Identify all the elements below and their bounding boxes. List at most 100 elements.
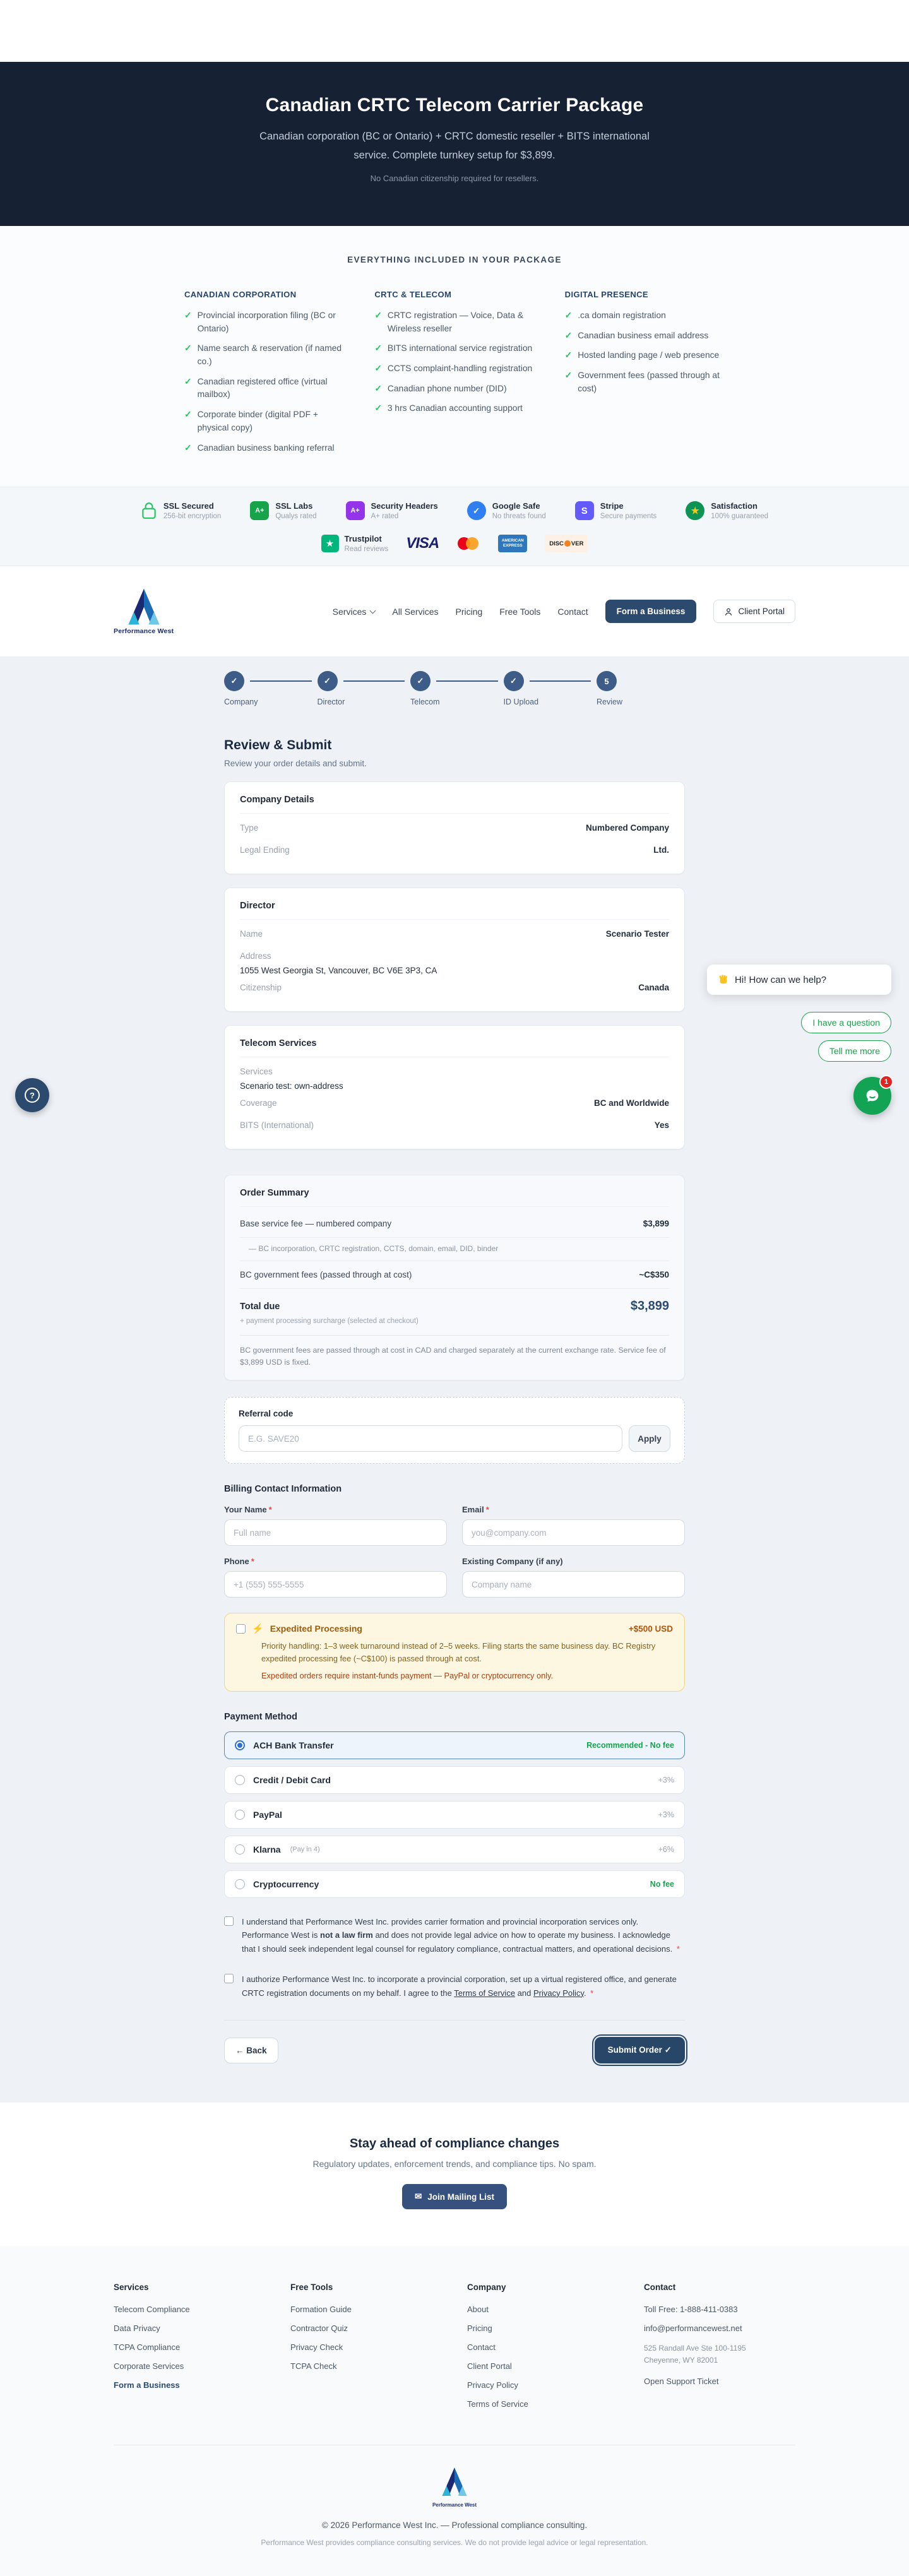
footer-link[interactable]: Pricing xyxy=(467,2324,619,2333)
row-label: Address xyxy=(240,951,669,961)
client-portal-button[interactable]: Client Portal xyxy=(713,600,795,623)
summary-row: BC government fees (passed through at co… xyxy=(240,1261,669,1289)
section-title: Review & Submit xyxy=(224,738,685,753)
company-name-input[interactable] xyxy=(462,1571,685,1598)
company-details-card: Company Details TypeNumbered Company Leg… xyxy=(224,781,685,874)
agreement-checkbox[interactable] xyxy=(224,1974,234,1983)
join-mailing-list-button[interactable]: ✉Join Mailing List xyxy=(402,2184,507,2209)
chat-quick-reply-more[interactable]: Tell me more xyxy=(818,1040,891,1062)
footer-phone[interactable]: Toll Free: 1-888-411-0383 xyxy=(644,2305,795,2314)
check-icon: ✓ xyxy=(374,342,382,355)
trustpilot-star-icon: ★ xyxy=(321,535,339,552)
expedited-checkbox[interactable] xyxy=(236,1624,246,1634)
chat-fab-button[interactable]: 1 xyxy=(853,1077,891,1115)
divider xyxy=(224,2020,685,2021)
brand-name: Performance West xyxy=(114,627,174,635)
footer-link[interactable]: Data Privacy xyxy=(114,2324,265,2333)
column-title: DIGITAL PRESENCE xyxy=(565,290,725,299)
nav-link-services[interactable]: Services xyxy=(333,607,376,617)
billing-fields-grid: Your Name* Email* Phone* Existing Compan… xyxy=(224,1505,685,1598)
payment-option-card[interactable]: Credit / Debit Card +3% xyxy=(224,1766,685,1794)
check-icon: ✓ xyxy=(184,342,192,368)
radio-unselected[interactable] xyxy=(235,1810,245,1820)
list-item-label: Canadian business banking referral xyxy=(198,442,335,455)
payment-option-klarna[interactable]: Klarna (Pay in 4) +6% xyxy=(224,1836,685,1863)
brand-logo[interactable]: Performance West xyxy=(114,588,174,635)
submit-order-button[interactable]: Submit Order ✓ xyxy=(595,2037,685,2063)
radio-unselected[interactable] xyxy=(235,1844,245,1855)
email-input[interactable] xyxy=(462,1519,685,1546)
footer-link[interactable]: Telecom Compliance xyxy=(114,2305,265,2314)
form-a-business-button[interactable]: Form a Business xyxy=(605,600,697,623)
footer-link[interactable]: Corporate Services xyxy=(114,2361,265,2371)
footer-link[interactable]: Formation Guide xyxy=(290,2305,442,2314)
check-icon: ✓ xyxy=(184,309,192,335)
payment-options: ACH Bank Transfer Recommended - No fee C… xyxy=(224,1731,685,1898)
name-input[interactable] xyxy=(224,1519,447,1546)
nav-link-pricing[interactable]: Pricing xyxy=(456,607,483,617)
help-fab-button[interactable]: ? xyxy=(15,1078,49,1112)
footer-link[interactable]: Privacy Check xyxy=(290,2342,442,2352)
row-value: Numbered Company xyxy=(586,823,669,833)
required-asterisk: * xyxy=(590,1988,593,1998)
nav-link-contact[interactable]: Contact xyxy=(557,607,588,617)
card-title: Order Summary xyxy=(240,1188,669,1207)
brand-name: Performance West xyxy=(0,2502,909,2508)
star-circle-icon: ★ xyxy=(686,501,704,520)
step-id-upload[interactable]: ✓ID Upload xyxy=(504,671,524,691)
step-company[interactable]: ✓Company xyxy=(224,671,244,691)
apply-button[interactable]: Apply xyxy=(629,1425,670,1452)
question-circle-icon: ? xyxy=(25,1088,40,1103)
footer-column-title: Services xyxy=(114,2282,265,2292)
agreement-authorize: I authorize Performance West Inc. to inc… xyxy=(224,1973,685,2000)
card-title: Company Details xyxy=(240,795,669,814)
footer-address: 525 Randall Ave Ste 100-1195Cheyenne, WY… xyxy=(644,2342,795,2366)
footer-link[interactable]: Terms of Service xyxy=(467,2399,619,2409)
back-button[interactable]: ← Back xyxy=(224,2038,278,2063)
check-icon: ✓ xyxy=(565,309,573,323)
footer-link[interactable]: Contact xyxy=(467,2342,619,2352)
step-director[interactable]: ✓Director xyxy=(318,671,338,691)
footer-link[interactable]: TCPA Compliance xyxy=(114,2342,265,2352)
list-item: ✓CRTC registration — Voice, Data & Wirel… xyxy=(374,309,534,335)
payment-option-paypal[interactable]: PayPal +3% xyxy=(224,1801,685,1829)
nav-link-label: Services xyxy=(333,607,367,617)
lightning-icon: ⚡ xyxy=(252,1623,264,1634)
referral-code-input[interactable] xyxy=(239,1425,622,1452)
radio-unselected[interactable] xyxy=(235,1879,245,1889)
trustpilot-badge[interactable]: ★ TrustpilotRead reviews xyxy=(321,534,389,553)
phone-input[interactable] xyxy=(224,1571,447,1598)
badge-subtitle: A+ rated xyxy=(371,513,438,520)
nav-link-all-services[interactable]: All Services xyxy=(392,607,438,617)
section-subtitle: Review your order details and submit. xyxy=(224,759,685,768)
footer-support-ticket-link[interactable]: Open Support Ticket xyxy=(644,2377,795,2386)
payment-option-fee: +6% xyxy=(658,1845,674,1854)
agreement-checkbox[interactable] xyxy=(224,1916,234,1926)
step-connector xyxy=(436,680,498,682)
footer-link[interactable]: Client Portal xyxy=(467,2361,619,2371)
detail-row: CitizenshipCanada xyxy=(240,976,669,999)
row-value: Scenario test: own-address xyxy=(240,1081,669,1091)
existing-company-field-group: Existing Company (if any) xyxy=(462,1557,685,1598)
radio-unselected[interactable] xyxy=(235,1775,245,1785)
page-title: Canadian CRTC Telecom Carrier Package xyxy=(0,95,909,116)
expedited-processing-box: ⚡ Expedited Processing +$500 USD Priorit… xyxy=(224,1613,685,1692)
payment-option-fee: No fee xyxy=(650,1880,674,1889)
nav-link-free-tools[interactable]: Free Tools xyxy=(499,607,540,617)
chat-quick-reply-question[interactable]: I have a question xyxy=(801,1012,891,1033)
radio-selected[interactable] xyxy=(235,1740,245,1750)
row-label: Citizenship xyxy=(240,983,282,992)
footer-email[interactable]: info@performancewest.net xyxy=(644,2324,795,2333)
payment-option-crypto[interactable]: Cryptocurrency No fee xyxy=(224,1870,685,1898)
chat-greeting-bubble[interactable]: Hi! How can we help? xyxy=(707,965,891,995)
step-check-icon: ✓ xyxy=(318,671,338,691)
footer-link[interactable]: Contractor Quiz xyxy=(290,2324,442,2333)
list-item: ✓Name search & reservation (if named co.… xyxy=(184,342,344,368)
privacy-policy-link[interactable]: Privacy Policy xyxy=(533,1988,584,1998)
footer-link[interactable]: About xyxy=(467,2305,619,2314)
footer-link[interactable]: TCPA Check xyxy=(290,2361,442,2371)
step-telecom[interactable]: ✓Telecom xyxy=(410,671,431,691)
payment-option-ach[interactable]: ACH Bank Transfer Recommended - No fee xyxy=(224,1731,685,1759)
step-review[interactable]: 5Review xyxy=(597,671,617,691)
terms-of-service-link[interactable]: Terms of Service xyxy=(454,1988,515,1998)
